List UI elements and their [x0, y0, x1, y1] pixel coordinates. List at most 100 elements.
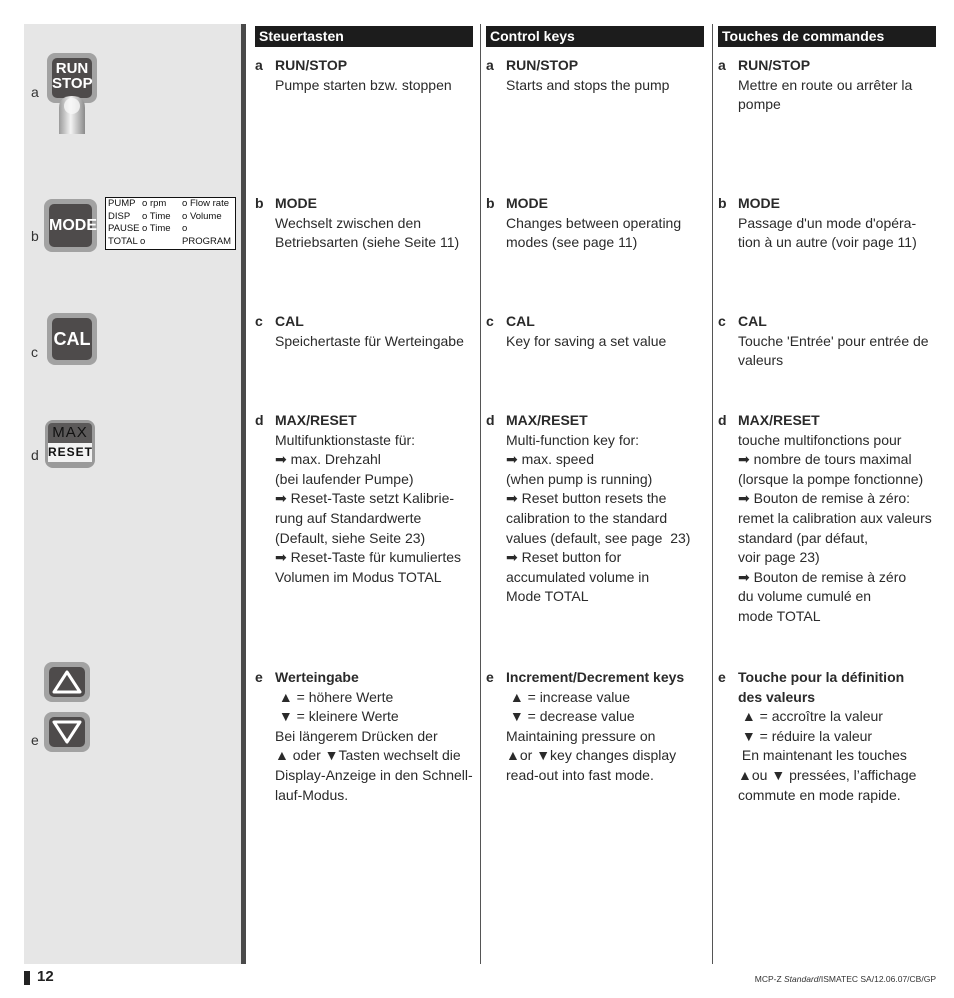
key-description-b: b MODE Changes between operating modes (see… [486, 194, 704, 253]
run-label: RUN [55, 60, 89, 77]
item-title: CAL [506, 313, 535, 329]
item-title: Touche pour la définition [738, 669, 905, 685]
key-letter-e: e [31, 732, 39, 748]
key-letter-a: a [31, 84, 39, 100]
item-text: Maintaining pressure on [506, 727, 656, 744]
item-text: calibration to the standard [506, 509, 668, 526]
item-letter: a [718, 57, 726, 73]
item-text: ▼ = decrease value [506, 708, 635, 725]
item-text: Display-Anzeige in den Schnell- [275, 766, 473, 783]
indicator-led: o PROGRAM [182, 223, 232, 247]
item-letter: e [486, 669, 494, 685]
item-text: Passage d'un mode d'opéra- [738, 214, 917, 231]
key-description-d: d MAX/RESET touche multifonctions pour ➡ no… [718, 411, 936, 627]
item-text: values (default, see page 23) [506, 529, 691, 546]
item-text: Multifunktionstaste für: [275, 431, 416, 448]
item-text: lauf-Modus. [275, 786, 349, 803]
item-text: ➡ Bouton de remise à zéro: [738, 490, 911, 507]
indicator-led: o Time [142, 210, 171, 222]
page-number: 12 [37, 968, 54, 985]
item-text: ➡ max. speed [506, 451, 594, 468]
item-title: MODE [506, 195, 548, 211]
item-text: ▲or ▼key changes display [506, 747, 677, 764]
item-letter: c [486, 313, 494, 329]
triangle-up-icon [52, 670, 82, 694]
item-text: Pumpe starten bzw. stoppen [275, 76, 452, 93]
key-description-b: b MODE Wechselt zwischen den Betriebsarten … [255, 194, 473, 253]
key-description-c: c CAL Touche 'Entrée' pour entrée de valeur… [718, 312, 936, 371]
item-text: Speichertaste für Werteingabe [275, 332, 464, 349]
item-text: Changes between operating [506, 214, 682, 231]
item-title: CAL [738, 313, 767, 329]
item-text: ➡ Reset-Taste für kumuliertes [275, 549, 462, 566]
item-text: Bei längerem Drücken der [275, 727, 438, 744]
item-text: ▼ = réduire la valeur [738, 727, 873, 744]
item-title: CAL [275, 313, 304, 329]
item-text: Betriebsarten (siehe Seite 11) [275, 234, 460, 251]
item-text: ▲ = höhere Werte [275, 688, 394, 705]
column-header: Steuertasten [255, 26, 473, 47]
item-title: MODE [738, 195, 780, 211]
document-reference: MCP-Z Standard/ISMATEC SA/12.06.07/CB/GP [754, 974, 936, 984]
item-letter: b [255, 195, 264, 211]
item-text: Mode TOTAL [506, 588, 589, 605]
item-text: ▲ oder ▼Tasten wechselt die [275, 747, 461, 764]
item-text: read-out into fast mode. [506, 766, 654, 783]
item-letter: a [255, 57, 263, 73]
item-text: Multi-function key for: [506, 431, 640, 448]
item-letter: b [486, 195, 495, 211]
item-letter: d [486, 412, 495, 428]
key-letter-c: c [31, 344, 38, 360]
cal-key: CAL [47, 313, 97, 365]
item-letter: b [718, 195, 727, 211]
key-description-d: d MAX/RESET Multi-function key for: ➡ max. … [486, 411, 704, 607]
item-text: remet la calibration aux valeurs [738, 509, 932, 526]
item-text: (when pump is running) [506, 470, 653, 487]
column-header: Touches de commandes [718, 26, 936, 47]
key-description-e: e Touche pour la définition des valeurs ▲ … [718, 668, 936, 805]
item-text: Touche 'Entrée' pour entrée de [738, 332, 929, 349]
key-description-a: a RUN/STOP Mettre en route ou arrêter la po… [718, 56, 936, 115]
item-title: MAX/RESET [506, 412, 588, 428]
item-text: ▲ = accroître la valeur [738, 708, 883, 725]
item-text: pompe [738, 96, 781, 113]
stop-label: STOP [52, 75, 93, 92]
key-description-b: b MODE Passage d'un mode d'opéra-tion à un… [718, 194, 936, 253]
key-description-c: c CAL Speichertaste für Werteingabe [255, 312, 473, 351]
item-text: ➡ Bouton de remise à zéro [738, 568, 907, 585]
item-letter: a [486, 57, 494, 73]
item-title: des valeurs [738, 688, 816, 705]
triangle-down-icon [52, 720, 82, 744]
item-title: MODE [275, 195, 317, 211]
english-column: Control keys a RUN/STOP Starts and stops t… [486, 26, 704, 783]
item-text: ➡ Reset button resets the [506, 490, 667, 507]
finger-press-icon [59, 96, 85, 134]
item-title: Increment/Decrement keys [506, 669, 685, 685]
item-letter: c [718, 313, 726, 329]
item-title: MAX/RESET [275, 412, 357, 428]
item-letter: d [255, 412, 264, 428]
indicator-led: o Volume [182, 210, 222, 222]
german-column: Steuertasten a RUN/STOP Pumpe starten bzw.… [255, 26, 473, 803]
item-text: touche multifonctions pour [738, 431, 902, 448]
item-text: ▼ = kleinere Werte [275, 708, 399, 725]
indicator-led: o rpm [142, 198, 167, 209]
display-mode: PAUSE [108, 223, 140, 235]
mode-display-panel: PUMP o rpm o Flow rate DISP o Time o Vol… [105, 197, 236, 250]
item-text: En maintenant les touches [738, 747, 907, 764]
key-letter-b: b [31, 228, 39, 244]
cal-label: CAL [52, 318, 92, 360]
key-illustration-panel [24, 24, 242, 964]
max-reset-key: MAX RESET [45, 420, 95, 468]
item-text: ▲ = increase value [506, 688, 630, 705]
reset-label: RESET [48, 443, 92, 462]
item-text: (lorsque la pompe fonctionne) [738, 470, 924, 487]
mode-key: MODE [44, 199, 97, 252]
item-text: mode TOTAL [738, 607, 821, 624]
item-text: Mettre en route ou arrêter la [738, 76, 913, 93]
item-text: rung auf Standardwerte [275, 509, 422, 526]
indicator-led: o Flow rate [182, 198, 230, 209]
display-mode: DISP [108, 210, 131, 222]
item-text: Starts and stops the pump [506, 76, 670, 93]
item-letter: d [718, 412, 727, 428]
